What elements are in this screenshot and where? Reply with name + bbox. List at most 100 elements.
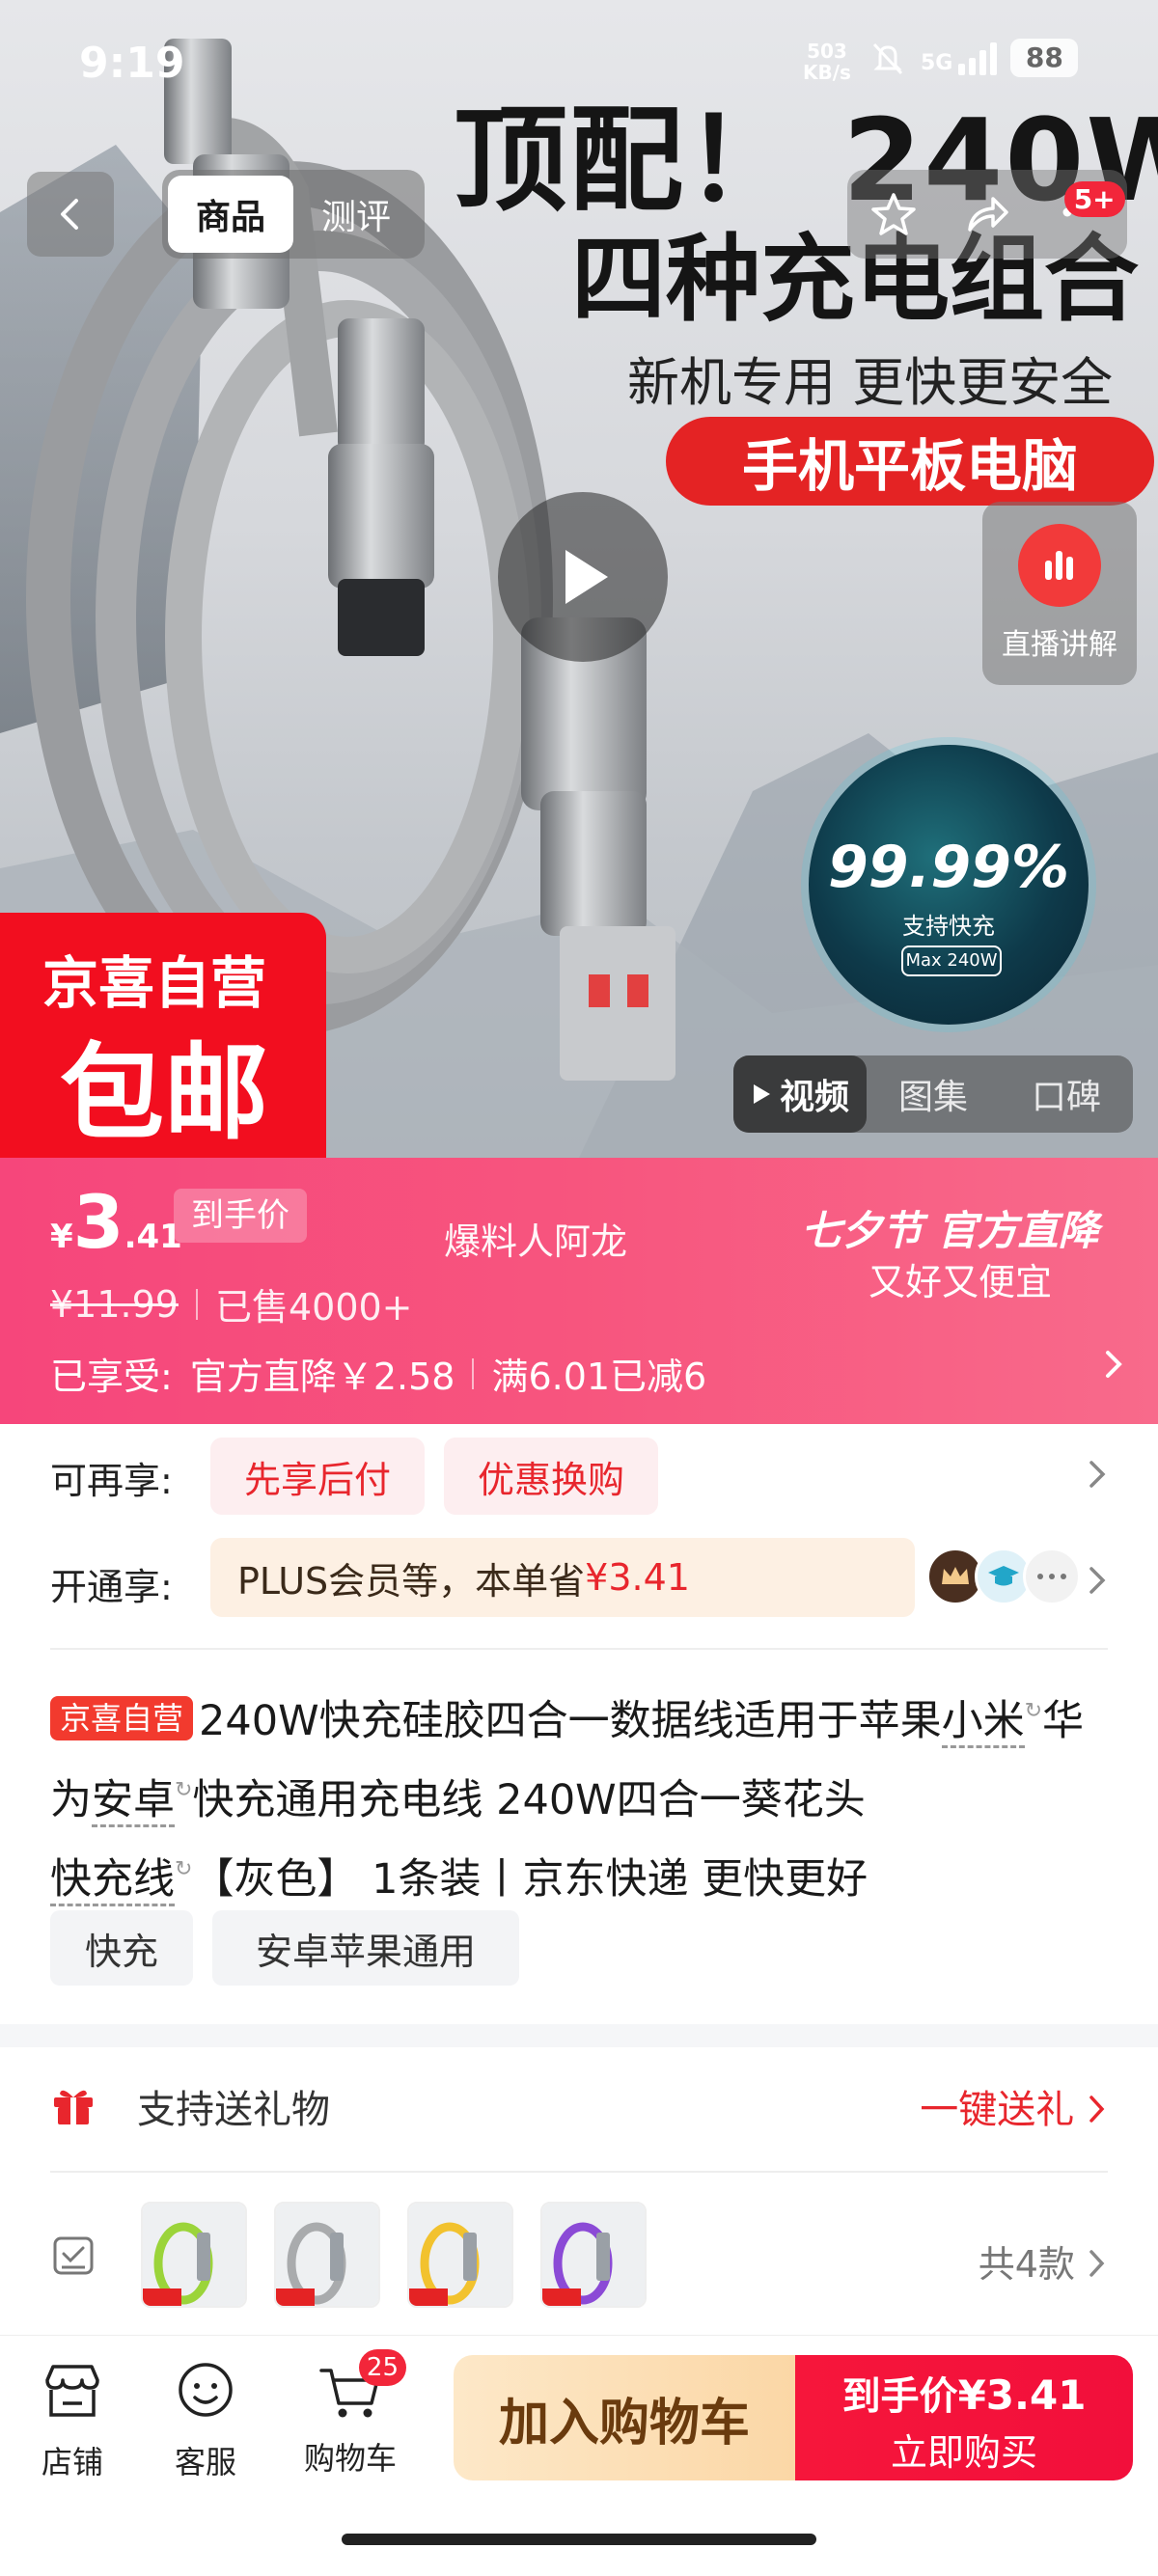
final-price-tag: 到手价 — [174, 1189, 307, 1243]
keyword-link[interactable]: 小米 — [941, 1697, 1025, 1748]
product-gallery[interactable]: 9:19 503 KB/s 5G 88 商品 测评 顶配！ 240W 四种充电组… — [0, 0, 1158, 1158]
more-menu-button[interactable]: 5+ — [1056, 181, 1125, 241]
variant-thumb-gray[interactable] — [274, 2202, 380, 2308]
festival-subtitle: 又好又便宜 — [868, 1261, 1053, 1303]
favorite-star-icon[interactable] — [868, 189, 919, 239]
status-time: 9:19 — [79, 39, 185, 88]
title-text: 【灰色】 1条装丨京东快递 更快更好 — [192, 1855, 868, 1904]
top-tab-switcher: 商品 测评 — [162, 170, 425, 259]
extra-benefits-label: 可再享: — [50, 1460, 173, 1502]
store-icon — [45, 2365, 99, 2417]
chevron-right-icon[interactable] — [1102, 1345, 1125, 1384]
price-banner: ¥ 3 .41 到手价 爆料人阿龙 七夕节 官方直降 又好又便宜 ¥11.99 … — [0, 1158, 1158, 1424]
divider — [50, 1648, 1108, 1650]
discount-row[interactable]: 已享受: 官方直降￥2.58 满6.01已减6 — [50, 1347, 706, 1400]
jingxi-badge: 京喜自营 包邮 — [0, 913, 326, 1158]
add-to-cart-button[interactable]: 加入购物车 — [454, 2355, 795, 2480]
promo-pill: 手机平板电脑 — [666, 417, 1154, 506]
title-text: 快充通用充电线 240W四合一葵花头 — [192, 1776, 866, 1824]
orb-max-label: Max 240W — [901, 945, 1002, 976]
media-tab-video-label: 视频 — [779, 1078, 849, 1117]
media-tab-gallery[interactable]: 图集 — [867, 1069, 1000, 1119]
small-play-icon — [753, 1084, 770, 1104]
separator — [195, 1288, 198, 1320]
sold-count: 已售4000+ — [214, 1286, 413, 1329]
promo-subline: 新机专用 更快更安全 — [627, 352, 1114, 413]
keyword-link[interactable]: 快充线 — [50, 1855, 175, 1906]
play-video-button[interactable] — [498, 492, 668, 662]
store-label: 店铺 — [41, 2444, 103, 2480]
search-icon: ↻ — [175, 1857, 193, 1881]
plus-benefits-label: 开通享: — [50, 1566, 173, 1608]
discount-label: 已享受: — [50, 1356, 173, 1398]
send-gift-link[interactable]: 一键送礼 — [920, 2078, 1108, 2134]
jingxi-badge-line2: 包邮 — [60, 1033, 269, 1154]
variant-count-label: 共4款 — [978, 2243, 1075, 2286]
cart-label: 购物车 — [303, 2440, 397, 2477]
back-arrow-icon — [61, 199, 78, 230]
chevron-right-icon[interactable] — [1087, 1561, 1108, 1600]
plus-membership-banner[interactable]: PLUS会员等，本单省 ¥3.41 — [210, 1538, 915, 1617]
customer-service-button[interactable]: 客服 — [143, 2357, 268, 2482]
product-title: 京喜自营 240W快充硅胶四合一数据线适用于苹果小米↻华为安卓↻快充通用充电线 2… — [50, 1677, 1112, 1914]
festival-title: 七夕节 官方直降 — [801, 1207, 1099, 1254]
search-icon: ↻ — [1024, 1699, 1043, 1723]
pay-later-chip[interactable]: 先享后付 — [210, 1438, 425, 1515]
media-tab-reviews[interactable]: 口碑 — [1000, 1069, 1133, 1119]
plus-text: PLUS会员等，本单省 — [237, 1559, 586, 1603]
cart-icon-wrap: 25 — [316, 2349, 406, 2426]
live-icon — [1018, 524, 1101, 607]
buy-price-label: 到手价 — [841, 2374, 958, 2419]
discount-official: 官方直降￥2.58 — [189, 1356, 455, 1398]
send-gift-label: 一键送礼 — [920, 2088, 1075, 2132]
tab-review[interactable]: 测评 — [293, 176, 419, 253]
media-tab-video[interactable]: 视频 — [733, 1055, 867, 1133]
buy-now-label: 立即购买 — [890, 2431, 1037, 2474]
variant-select-icon — [53, 2236, 94, 2275]
reporter-label: 爆料人阿龙 — [444, 1220, 628, 1263]
gift-icon — [54, 2090, 93, 2124]
section-gap — [0, 2024, 1158, 2047]
orb-subtitle: 支持快充 — [902, 913, 995, 940]
separator — [472, 1357, 475, 1389]
live-label: 直播讲解 — [1002, 628, 1117, 662]
chat-face-icon — [179, 2363, 233, 2417]
variant-thumb-purple[interactable] — [540, 2202, 647, 2308]
price-meta-row: ¥11.99 已售4000+ — [50, 1277, 413, 1330]
store-button[interactable]: 店铺 — [10, 2357, 135, 2482]
back-button[interactable] — [27, 172, 114, 257]
buy-price-value: ¥3.41 — [957, 2371, 1087, 2419]
home-indicator — [342, 2534, 816, 2545]
buy-now-price: 到手价¥3.41 — [795, 2365, 1133, 2421]
buy-now-button[interactable]: 到手价¥3.41 立即购买 — [795, 2355, 1133, 2480]
member-icons — [926, 1548, 1081, 1605]
variant-thumb-yellow[interactable] — [407, 2202, 513, 2308]
feature-chip[interactable]: 安卓苹果通用 — [212, 1910, 519, 1986]
live-explain-button[interactable]: 直播讲解 — [982, 502, 1137, 685]
top-actions: 5+ — [847, 170, 1127, 259]
discount-threshold: 满6.01已减6 — [491, 1356, 707, 1398]
media-tabs: 视频 图集 口碑 — [733, 1055, 1133, 1133]
variant-thumbnails — [141, 2202, 647, 2308]
trade-in-chip[interactable]: 优惠换购 — [444, 1438, 658, 1515]
orb-percent: 99.99% — [828, 834, 1069, 901]
cart-button[interactable]: 25 购物车 — [288, 2349, 413, 2479]
variant-count[interactable]: 共4款 — [979, 2234, 1108, 2288]
keyword-link[interactable]: 安卓 — [92, 1776, 175, 1827]
play-icon — [565, 550, 608, 604]
plus-savings: ¥3.41 — [585, 1556, 690, 1599]
search-icon: ↻ — [175, 1778, 193, 1802]
jingxi-badge-line1: 京喜自营 — [42, 950, 267, 1016]
gift-label: 支持送礼物 — [137, 2088, 330, 2132]
share-icon[interactable] — [962, 189, 1012, 239]
chevron-right-icon — [1089, 2096, 1105, 2123]
feature-chip[interactable]: 快充 — [50, 1910, 193, 1986]
variant-thumb-green[interactable] — [141, 2202, 247, 2308]
chevron-right-icon[interactable] — [1087, 1455, 1108, 1494]
price-currency: ¥ — [50, 1218, 73, 1256]
original-price: ¥11.99 — [50, 1282, 179, 1326]
cart-count-badge: 25 — [358, 2349, 406, 2386]
more-dots-icon — [1023, 1548, 1081, 1605]
tab-product[interactable]: 商品 — [168, 176, 293, 253]
divider — [50, 2171, 1108, 2173]
